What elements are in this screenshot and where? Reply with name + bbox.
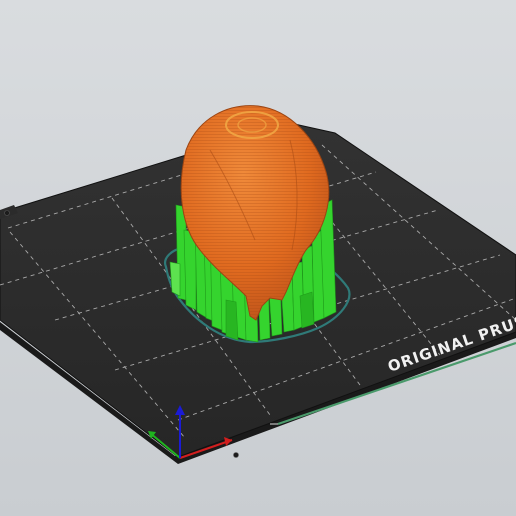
scene-canvas[interactable]: ORIGINAL PRUSA <box>0 0 516 516</box>
3d-viewport[interactable]: ORIGINAL PRUSA <box>0 0 516 516</box>
